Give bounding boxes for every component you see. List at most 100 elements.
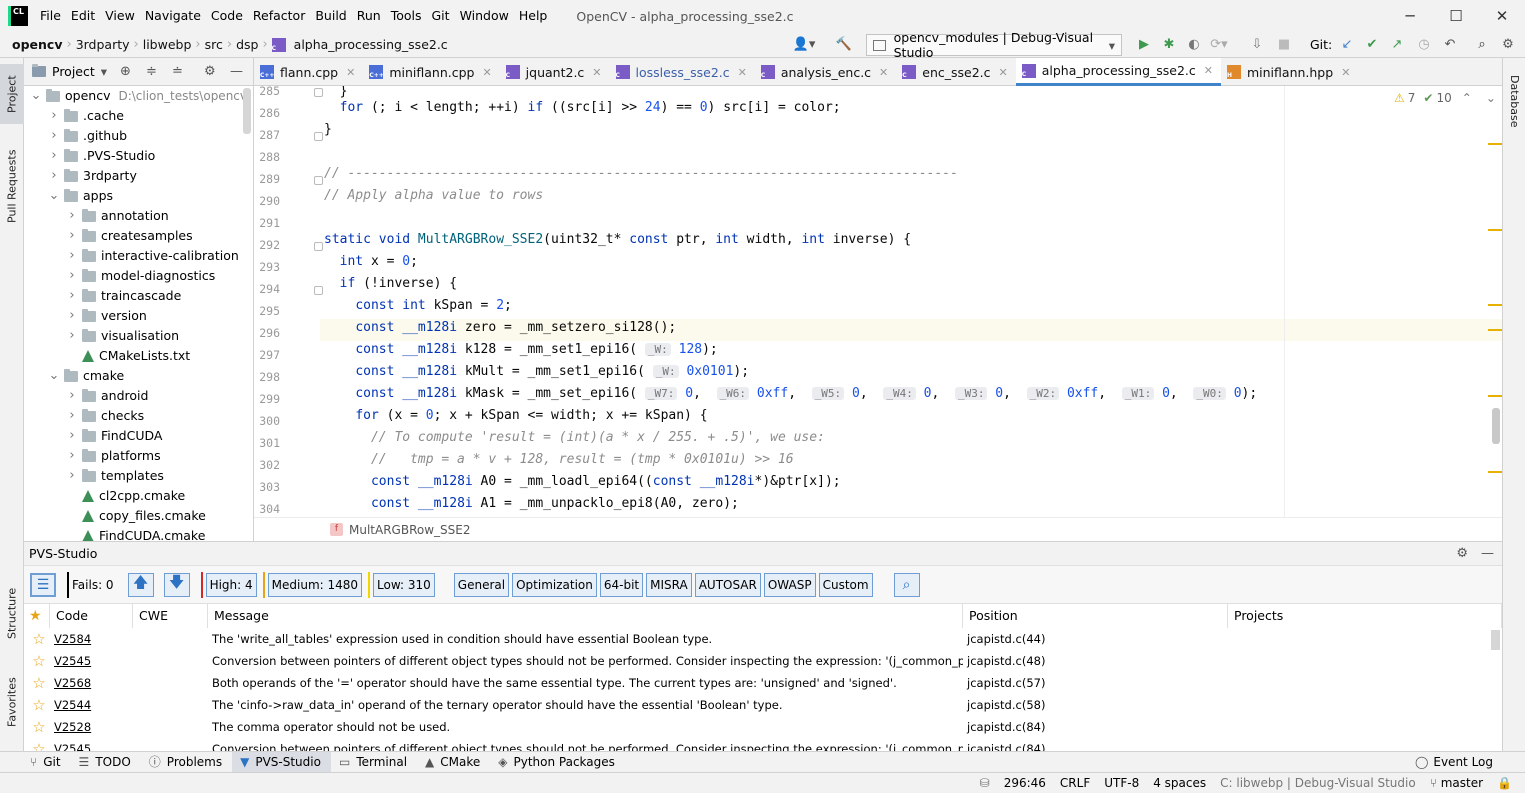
hide-panel-icon[interactable]: — <box>1481 546 1494 561</box>
table-row[interactable]: ☆ V2545 Conversion between pointers of dif… <box>24 650 1492 672</box>
chevron-right-icon[interactable]: › <box>66 426 78 446</box>
arrow-up-icon[interactable]: 🡅 <box>127 572 154 597</box>
tree-node[interactable]: › FindCUDA <box>66 426 162 446</box>
fold-marker-icon[interactable] <box>314 242 323 251</box>
chevron-down-icon[interactable]: ⌄ <box>48 186 60 206</box>
fold-marker-icon[interactable] <box>314 286 323 295</box>
close-tab-icon[interactable]: ✕ <box>879 66 888 79</box>
git-push-icon[interactable]: ↗ <box>1385 33 1409 57</box>
close-tab-icon[interactable]: ✕ <box>592 66 601 79</box>
column-header-position[interactable]: Position <box>963 604 1228 628</box>
menu-git[interactable]: Git <box>427 0 455 32</box>
settings-icon[interactable]: ⚙ <box>1496 33 1520 57</box>
git-update-icon[interactable]: ↙ <box>1335 33 1359 57</box>
close-tab-icon[interactable]: ✕ <box>999 66 1008 79</box>
diagnostic-code[interactable]: V2528 <box>50 716 133 738</box>
diagnostic-position[interactable]: jcapistd.c(84) <box>963 738 1228 752</box>
diagnostic-code[interactable]: V2545 <box>50 738 133 752</box>
run-icon[interactable]: ▶ <box>1132 33 1156 57</box>
tree-node[interactable]: ⌄ apps <box>48 186 114 206</box>
database-tool-tab[interactable]: Database <box>1503 66 1525 136</box>
tree-node[interactable]: cl2cpp.cmake <box>66 486 185 506</box>
close-tab-icon[interactable]: ✕ <box>1341 66 1350 79</box>
tree-node[interactable]: › checks <box>66 406 144 426</box>
chevron-right-icon[interactable]: › <box>48 106 60 126</box>
breadcrumb-opencv[interactable]: opencv <box>8 37 66 52</box>
high-filter-button[interactable]: High: 4 <box>205 572 257 597</box>
chevron-right-icon[interactable]: › <box>48 146 60 166</box>
low-filter-button[interactable]: Low: 310 <box>373 572 435 597</box>
favorite-star-icon[interactable]: ☆ <box>24 694 50 716</box>
breadcrumb-libwebp[interactable]: libwebp <box>139 37 196 52</box>
chevron-right-icon[interactable]: › <box>66 386 78 406</box>
git-commit-icon[interactable]: ✔ <box>1360 33 1384 57</box>
chevron-down-icon[interactable]: ⌄ <box>1486 91 1496 105</box>
fold-marker-icon[interactable] <box>314 176 323 185</box>
close-tab-icon[interactable]: ✕ <box>482 66 491 79</box>
hide-panel-icon[interactable]: — <box>230 64 243 79</box>
diagnostic-position[interactable]: jcapistd.c(58) <box>963 694 1228 716</box>
breadcrumb-function[interactable]: MultARGBRow_SSE2 <box>349 523 470 537</box>
tree-node[interactable]: › .github <box>48 126 127 146</box>
table-row[interactable]: ☆ V2544 The 'cinfo->raw_data_in' operand o… <box>24 694 1492 716</box>
general-filter-button[interactable]: General <box>453 572 510 597</box>
diagnostic-position[interactable]: jcapistd.c(44) <box>963 628 1228 650</box>
chevron-right-icon[interactable]: › <box>48 126 60 146</box>
diagnostic-code[interactable]: V2544 <box>50 694 133 716</box>
menu-help[interactable]: Help <box>514 0 553 32</box>
editor-tab[interactable]: Calpha_processing_sse2.c ✕ <box>1015 58 1221 86</box>
chevron-right-icon[interactable]: › <box>66 406 78 426</box>
tree-node[interactable]: › platforms <box>66 446 160 466</box>
chevron-right-icon[interactable]: › <box>66 326 78 346</box>
tree-node[interactable]: FindCUDA.cmake <box>66 526 205 541</box>
chevron-right-icon[interactable]: › <box>66 446 78 466</box>
fold-marker-icon[interactable] <box>314 132 323 141</box>
todo-tool-tab[interactable]: ☰ TODO <box>71 752 141 773</box>
resolve-context[interactable]: C: libwebp | Debug-Visual Studio <box>1213 776 1423 790</box>
maximize-button[interactable]: ☐ <box>1433 0 1479 32</box>
editor-tab[interactable]: Clossless_sse2.c ✕ <box>610 58 755 86</box>
tree-node[interactable]: › 3rdparty <box>48 166 136 186</box>
chevron-right-icon[interactable]: › <box>48 166 60 186</box>
arrow-down-icon[interactable]: 🡇 <box>163 572 190 597</box>
menu-view[interactable]: View <box>100 0 140 32</box>
code-editor[interactable]: 285 286 287 288 289 290 291 292 293 294 295 296 297 2… <box>254 86 1502 517</box>
indent-setting[interactable]: 4 spaces <box>1146 776 1213 790</box>
tree-node[interactable]: › version <box>66 306 146 326</box>
table-row[interactable]: ☆ V2545 Conversion between pointers of dif… <box>24 738 1492 752</box>
close-tab-icon[interactable]: ✕ <box>346 66 355 79</box>
diagnostic-position[interactable]: jcapistd.c(48) <box>963 650 1228 672</box>
tree-node[interactable]: ⌄ opencv D:\clion_tests\opencv <box>30 86 247 106</box>
menu-code[interactable]: Code <box>206 0 248 32</box>
search-icon[interactable]: ⌕ <box>1470 33 1494 57</box>
breadcrumb-file[interactable]: alpha_processing_sse2.c <box>290 37 452 52</box>
profile-icon[interactable]: ⟳▾ <box>1207 33 1231 57</box>
close-window-button[interactable]: ✕ <box>1479 0 1525 32</box>
favorites-tool-tab[interactable]: Favorites <box>0 662 24 742</box>
table-row[interactable]: ☆ V2568 Both operands of the '=' operator … <box>24 672 1492 694</box>
line-separator[interactable]: CRLF <box>1053 776 1097 790</box>
attach-icon[interactable]: ⇩ <box>1245 33 1269 57</box>
owasp-filter-button[interactable]: OWASP <box>763 572 816 597</box>
menu-refactor[interactable]: Refactor <box>248 0 310 32</box>
favorite-star-icon[interactable]: ☆ <box>24 672 50 694</box>
tree-node[interactable]: CMakeLists.txt <box>66 346 190 366</box>
search-icon[interactable]: ⌕ <box>893 572 920 597</box>
close-tab-icon[interactable]: ✕ <box>738 66 747 79</box>
column-header-message[interactable]: Message <box>208 604 963 628</box>
history-icon[interactable]: ◷ <box>1412 33 1436 57</box>
pull-requests-tool-tab[interactable]: Pull Requests <box>0 138 24 234</box>
collapse-all-icon[interactable]: ≐ <box>172 64 183 79</box>
tree-node[interactable]: copy_files.cmake <box>66 506 206 526</box>
caret-position[interactable]: 296:46 <box>997 776 1053 790</box>
tree-node[interactable]: › templates <box>66 466 164 486</box>
project-tool-tab[interactable]: Project <box>0 64 24 124</box>
breadcrumb-dsp[interactable]: dsp <box>232 37 262 52</box>
favorite-star-icon[interactable]: ☆ <box>24 650 50 672</box>
tree-node[interactable]: › traincascade <box>66 286 181 306</box>
pvs-studio-tool-tab[interactable]: ▼ PVS-Studio <box>232 751 331 773</box>
git-tool-tab[interactable]: ⑂ Git <box>22 752 71 773</box>
background-tasks-icon[interactable]: ⛁ <box>973 776 997 790</box>
column-header-projects[interactable]: Projects <box>1228 604 1502 628</box>
64bit-filter-button[interactable]: 64-bit <box>599 572 644 597</box>
